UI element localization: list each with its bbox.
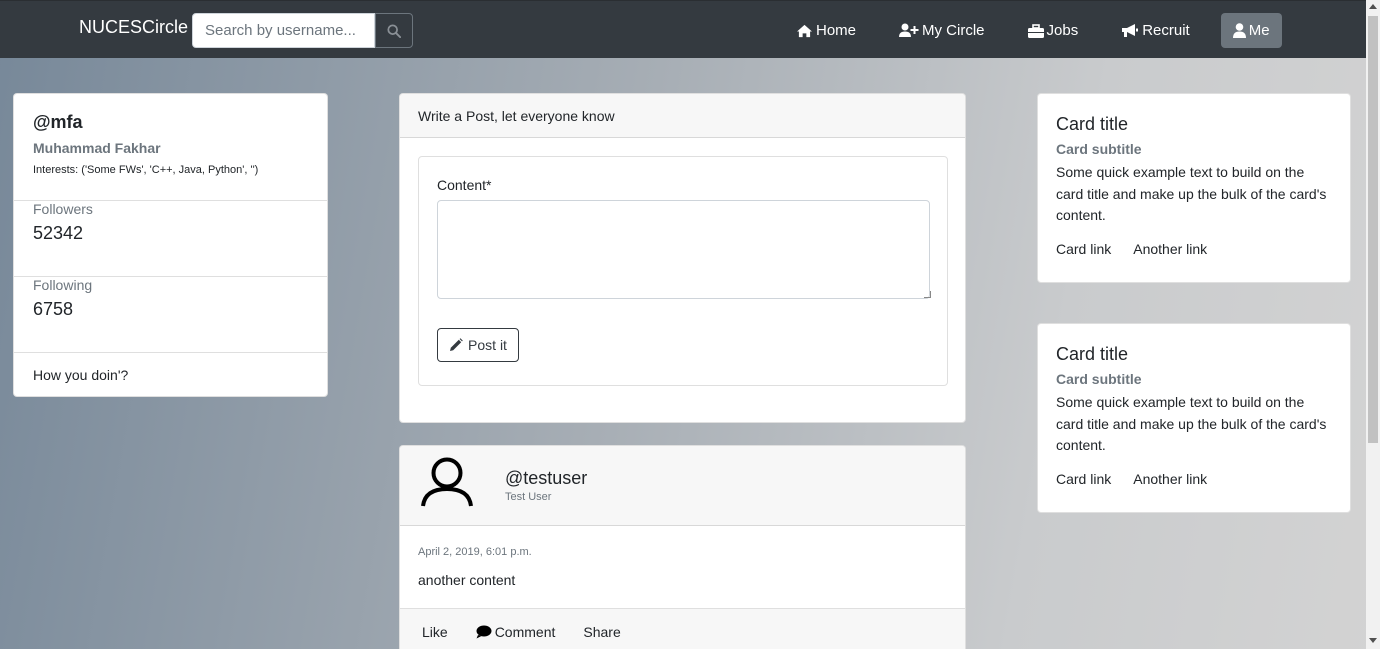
card-text: Some quick example text to build on the … <box>1056 164 1327 223</box>
search-input[interactable] <box>192 13 375 48</box>
profile-card: @mfa Muhammad Fakhar Interests: ('Some F… <box>13 93 328 397</box>
side-card: Card title Card subtitle Some quick exam… <box>1037 93 1351 283</box>
followers-section: Followers 52342 <box>14 201 327 277</box>
like-button[interactable]: Like <box>422 624 448 640</box>
card-subtitle: Card subtitle <box>1056 141 1142 157</box>
nav-my-circle[interactable]: My Circle <box>887 13 997 48</box>
like-label: Like <box>422 624 448 640</box>
nav-menu: Home My Circle Jobs Recruit Me <box>784 13 1282 48</box>
card-subtitle: Card subtitle <box>1056 371 1142 387</box>
side-card: Card title Card subtitle Some quick exam… <box>1037 323 1351 513</box>
post-author-handle[interactable]: @testuser <box>505 468 587 489</box>
post-date: April 2, 2019, 6:01 p.m. <box>418 546 532 558</box>
nav-jobs[interactable]: Jobs <box>1016 13 1091 48</box>
comment-button[interactable]: Comment <box>476 624 556 640</box>
another-link[interactable]: Another link <box>1133 241 1207 257</box>
share-label: Share <box>583 624 621 640</box>
nav-me-label: Me <box>1248 22 1270 39</box>
page-scrollbar[interactable] <box>1366 0 1380 649</box>
feed-post: @testuser Test User April 2, 2019, 6:01 … <box>399 445 966 649</box>
post-author-name: Test User <box>505 491 552 503</box>
post-form-card: Write a Post, let everyone know Content*… <box>399 93 966 423</box>
post-header: @testuser Test User <box>400 446 965 526</box>
profile-handle: @mfa <box>33 112 83 132</box>
briefcase-icon <box>1027 23 1044 38</box>
profile-header: @mfa Muhammad Fakhar Interests: ('Some F… <box>14 94 327 201</box>
following-section: Following 6758 <box>14 277 327 353</box>
scroll-up-arrow[interactable] <box>1369 4 1377 9</box>
profile-status: How you doin'? <box>33 367 129 383</box>
followers-count: 52342 <box>33 223 84 243</box>
nav-jobs-label: Jobs <box>1046 22 1079 39</box>
card-text: Some quick example text to build on the … <box>1056 394 1327 453</box>
nav-my-circle-label: My Circle <box>922 22 985 39</box>
card-links: Card link Another link <box>1056 241 1332 257</box>
card-links: Card link Another link <box>1056 471 1332 487</box>
search-icon <box>387 23 401 38</box>
card-link[interactable]: Card link <box>1056 471 1111 487</box>
home-icon <box>797 24 812 37</box>
scrollbar-thumb[interactable] <box>1368 16 1378 443</box>
search-button[interactable] <box>375 13 413 48</box>
content-textarea[interactable] <box>437 200 930 299</box>
profile-interests: Interests: ('Some FWs', 'C++, Java, Pyth… <box>33 164 259 176</box>
nav-recruit-label: Recruit <box>1142 22 1190 39</box>
post-body: April 2, 2019, 6:01 p.m. another content <box>400 526 965 609</box>
user-icon <box>1232 23 1246 38</box>
following-label: Following <box>33 277 93 293</box>
top-navbar: NUCESCircle Home My Circle Jobs Recruit … <box>0 0 1366 58</box>
card-title: Card title <box>1056 344 1129 364</box>
post-form-header: Write a Post, let everyone know <box>400 94 965 138</box>
nav-recruit[interactable]: Recruit <box>1109 13 1202 48</box>
followers-label: Followers <box>33 201 93 217</box>
card-title: Card title <box>1056 114 1129 134</box>
comment-icon <box>476 625 492 639</box>
post-form: Content* Post it <box>418 156 948 386</box>
following-count: 6758 <box>33 299 74 319</box>
search-form <box>192 13 413 48</box>
card-link[interactable]: Card link <box>1056 241 1111 257</box>
avatar-icon[interactable] <box>420 456 474 508</box>
textarea-resize-handle[interactable] <box>924 291 931 298</box>
bullhorn-icon <box>1122 24 1139 37</box>
post-content: another content <box>418 572 516 588</box>
profile-name: Muhammad Fakhar <box>33 140 161 156</box>
post-actions: Like Comment Share <box>400 609 965 649</box>
nav-home-label: Home <box>816 22 857 39</box>
pencil-icon <box>450 338 463 351</box>
user-plus-icon <box>899 23 919 37</box>
comment-label: Comment <box>494 624 556 640</box>
nav-home[interactable]: Home <box>784 13 868 48</box>
share-button[interactable]: Share <box>583 624 620 640</box>
brand-logo[interactable]: NUCESCircle <box>79 17 188 38</box>
another-link[interactable]: Another link <box>1133 471 1207 487</box>
nav-me[interactable]: Me <box>1220 13 1282 48</box>
content-label: Content* <box>437 177 492 193</box>
post-button-label: Post it <box>468 337 507 353</box>
post-button[interactable]: Post it <box>437 328 519 362</box>
scroll-down-arrow[interactable] <box>1369 638 1377 643</box>
